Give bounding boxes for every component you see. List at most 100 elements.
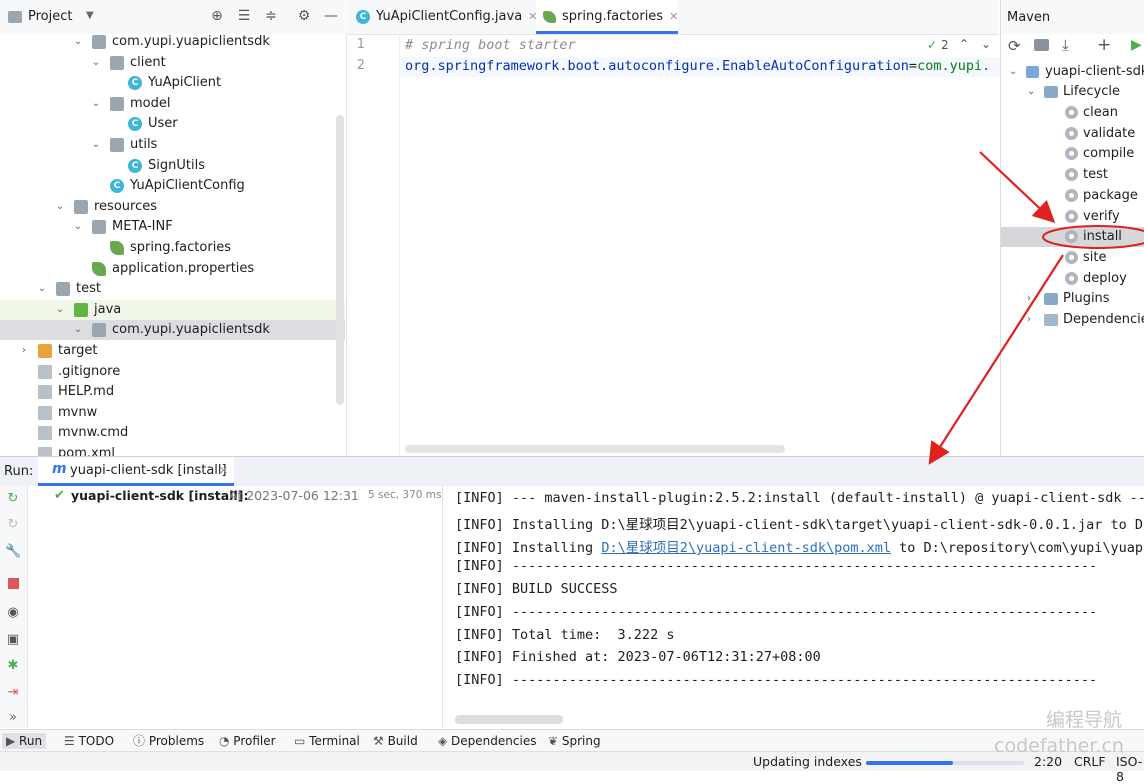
rerun-icon[interactable]: ↻ bbox=[5, 491, 21, 507]
console-output[interactable]: [INFO] --- maven-install-plugin:2.5.2:in… bbox=[443, 486, 1144, 728]
tree-item[interactable]: › target bbox=[0, 341, 345, 361]
tree-item[interactable]: mvnw.cmd bbox=[0, 423, 345, 443]
file-encoding[interactable]: ISO-8 bbox=[1116, 754, 1144, 784]
add-icon[interactable]: + bbox=[1097, 35, 1111, 55]
tab-yuapiclientconfig[interactable]: C YuApiClientConfig.java ✕ bbox=[350, 0, 537, 34]
toolwindow-profiler[interactable]: ◔ Profiler bbox=[219, 733, 276, 749]
chevron-up-icon[interactable]: ⌃ bbox=[959, 37, 969, 51]
close-icon[interactable]: ✕ bbox=[669, 10, 678, 23]
camera-icon[interactable]: ▣ bbox=[5, 632, 21, 648]
console-scrollbar[interactable] bbox=[455, 715, 563, 724]
tree-item[interactable]: spring.factories bbox=[0, 238, 345, 258]
tree-item[interactable]: ⌄ com.yupi.yuapiclientsdk bbox=[0, 320, 345, 340]
locate-icon[interactable]: ⊕ bbox=[209, 8, 225, 24]
console-line: [INFO] BUILD SUCCESS bbox=[455, 581, 618, 597]
maven-phase-validate[interactable]: validate bbox=[1001, 124, 1144, 144]
maven-phase-site[interactable]: site bbox=[1001, 248, 1144, 268]
more-icon[interactable]: » bbox=[5, 710, 21, 726]
maven-run-icon: m bbox=[52, 461, 67, 477]
minimize-icon[interactable]: — bbox=[323, 8, 339, 24]
eye-icon[interactable]: ◉ bbox=[5, 605, 21, 621]
tree-item[interactable]: C YuApiClient bbox=[0, 73, 345, 93]
pom-link[interactable]: D:\星球项目2\yuapi-client-sdk\pom.xml bbox=[601, 540, 891, 556]
project-tree[interactable]: ⌄ com.yupi.yuapiclientsdk ⌄ client C YuApiCli… bbox=[0, 34, 345, 456]
exit-icon[interactable]: ⇥ bbox=[5, 685, 21, 701]
bug-icon[interactable]: ✱ bbox=[5, 658, 21, 674]
gear-icon[interactable]: ⚙ bbox=[296, 8, 312, 24]
console-text: to D:\repository\com\yupi\yuap bbox=[891, 540, 1143, 556]
tree-item[interactable]: mvnw bbox=[0, 403, 345, 423]
download-icon[interactable]: ⤓ bbox=[1062, 36, 1069, 54]
tree-item[interactable]: ⌄ java bbox=[0, 300, 345, 320]
maven-phase-install[interactable]: install bbox=[1001, 227, 1144, 248]
chevron-down-icon[interactable]: ⌄ bbox=[54, 197, 66, 217]
toolwindow-todo[interactable]: ☰ TODO bbox=[64, 733, 114, 749]
chevron-right-icon[interactable]: › bbox=[18, 341, 30, 361]
tree-item[interactable]: ⌄ META-INF bbox=[0, 217, 345, 237]
toolwindow-run[interactable]: ▶ Run bbox=[2, 733, 47, 749]
tree-item[interactable]: ⌄ com.yupi.yuapiclientsdk bbox=[0, 34, 345, 52]
maven-phase-clean[interactable]: clean bbox=[1001, 103, 1144, 123]
tree-item-label: test bbox=[76, 281, 101, 296]
chevron-down-icon[interactable]: ⌄ bbox=[36, 279, 48, 299]
wrench-icon[interactable]: 🔧 bbox=[5, 544, 21, 560]
maven-plugins-node[interactable]: › Plugins bbox=[1001, 289, 1144, 309]
collapse-all-icon[interactable]: ≑ bbox=[263, 8, 279, 24]
maven-phase-verify[interactable]: verify bbox=[1001, 207, 1144, 227]
toolwindow-dependencies[interactable]: ◈ Dependencies bbox=[438, 733, 536, 749]
code-editor[interactable]: 1 2 # spring boot starter org.springfram… bbox=[346, 35, 1000, 455]
tree-item[interactable]: ⌄ test bbox=[0, 279, 345, 299]
tree-item[interactable]: ⌄ client bbox=[0, 53, 345, 73]
project-title[interactable]: Project bbox=[28, 9, 72, 24]
toolwindow-problems[interactable]: ⓘ Problems bbox=[133, 733, 204, 749]
maven-dependencies-node[interactable]: › Dependencies bbox=[1001, 310, 1144, 330]
editor-scrollbar[interactable] bbox=[405, 445, 785, 453]
tree-item[interactable]: C YuApiClientConfig bbox=[0, 176, 345, 196]
toolwindow-label: Spring bbox=[561, 734, 601, 748]
chevron-down-icon[interactable]: ⌄ bbox=[981, 37, 991, 51]
run-side-toolbar: ↻ ↻ 🔧 ◉ ▣ ✱ ⇥ » bbox=[0, 486, 28, 728]
tree-item[interactable]: HELP.md bbox=[0, 382, 345, 402]
toolwindow-spring[interactable]: ❦ Spring bbox=[548, 733, 601, 749]
excluded-folder-icon bbox=[38, 344, 52, 358]
run-icon[interactable]: ▶ bbox=[1131, 37, 1142, 53]
maven-phase-test[interactable]: test bbox=[1001, 165, 1144, 185]
run-entry-name[interactable]: yuapi-client-sdk [install]: bbox=[71, 488, 249, 503]
maven-project-node[interactable]: ⌄ yuapi-client-sdk bbox=[1001, 62, 1144, 82]
run-tab[interactable]: m yuapi-client-sdk [install] ✕ bbox=[38, 457, 234, 486]
tree-item[interactable]: pom.xml bbox=[0, 444, 345, 456]
stop-icon[interactable] bbox=[5, 578, 21, 594]
tree-item[interactable]: C SignUtils bbox=[0, 156, 345, 176]
expand-all-icon[interactable]: ☰ bbox=[236, 8, 252, 24]
tree-item[interactable]: ⌄ model bbox=[0, 94, 345, 114]
chevron-down-icon[interactable]: ⌄ bbox=[90, 53, 102, 73]
maven-phase-deploy[interactable]: deploy bbox=[1001, 269, 1144, 289]
tree-item[interactable]: application.properties bbox=[0, 259, 345, 279]
run-tree[interactable]: ✔ yuapi-client-sdk [install]: At 2023-07… bbox=[28, 486, 443, 728]
project-scrollbar[interactable] bbox=[336, 115, 344, 405]
tree-item[interactable]: ⌄ utils bbox=[0, 135, 345, 155]
inspection-check-icon[interactable]: ✓ bbox=[927, 38, 937, 52]
chevron-down-icon[interactable]: ⌄ bbox=[90, 94, 102, 114]
tree-item[interactable]: .gitignore bbox=[0, 362, 345, 382]
chevron-down-icon[interactable]: ⌄ bbox=[90, 135, 102, 155]
tree-item[interactable]: C User bbox=[0, 114, 345, 134]
tab-spring-factories[interactable]: spring.factories ✕ bbox=[536, 0, 679, 34]
add-folder-icon[interactable] bbox=[1034, 39, 1049, 51]
background-task[interactable]: Updating indexes bbox=[753, 754, 862, 769]
progress-fill bbox=[866, 761, 953, 765]
close-icon[interactable]: ✕ bbox=[219, 464, 228, 477]
chevron-down-icon[interactable]: ⌄ bbox=[72, 320, 84, 340]
chevron-down-icon[interactable]: ⌄ bbox=[54, 300, 66, 320]
tree-item[interactable]: ⌄ resources bbox=[0, 197, 345, 217]
toolwindow-terminal[interactable]: ▭ Terminal bbox=[294, 733, 360, 749]
rerun-failed-icon[interactable]: ↻ bbox=[5, 517, 21, 533]
reload-icon[interactable]: ⟳ bbox=[1008, 37, 1021, 55]
toolwindow-build[interactable]: ⚒ Build bbox=[373, 733, 418, 749]
chevron-down-icon[interactable]: ⌄ bbox=[72, 34, 84, 52]
maven-phase-package[interactable]: package bbox=[1001, 186, 1144, 206]
chevron-down-icon[interactable]: ▼ bbox=[86, 10, 94, 21]
maven-lifecycle-node[interactable]: ⌄ Lifecycle bbox=[1001, 82, 1144, 102]
maven-phase-compile[interactable]: compile bbox=[1001, 144, 1144, 164]
chevron-down-icon[interactable]: ⌄ bbox=[72, 217, 84, 237]
